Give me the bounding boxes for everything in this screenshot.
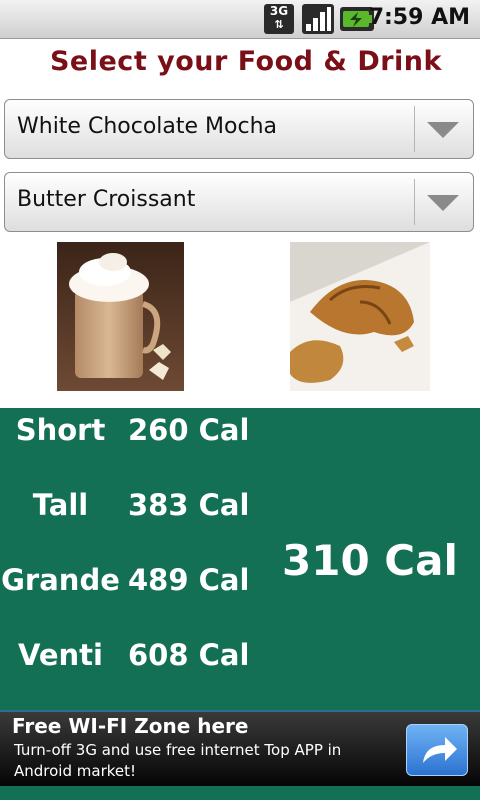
- size-calories: 489 Cal: [128, 563, 250, 597]
- food-dropdown[interactable]: Butter Croissant: [4, 172, 474, 232]
- size-label: Venti: [18, 638, 103, 672]
- clock: 7:59 AM: [368, 5, 470, 30]
- signal-bars-icon: [302, 4, 334, 34]
- drink-dropdown[interactable]: White Chocolate Mocha: [4, 99, 474, 159]
- size-calories: 260 Cal: [128, 413, 250, 447]
- size-calories: 383 Cal: [128, 488, 250, 522]
- status-bar: 3G ⇅ 7:59 AM: [0, 0, 480, 39]
- network-3g-icon: 3G ⇅: [264, 4, 294, 34]
- food-calorie-total: 310 Cal: [282, 536, 458, 585]
- size-calories: 608 Cal: [128, 638, 250, 672]
- ad-open-button[interactable]: [406, 724, 468, 776]
- size-label: Short: [15, 413, 106, 447]
- ad-title: Free WI-FI Zone here: [12, 714, 249, 738]
- size-label: Grande: [1, 563, 120, 597]
- chevron-down-icon[interactable]: [427, 195, 459, 211]
- drink-dropdown-value: White Chocolate Mocha: [17, 114, 277, 139]
- size-label: Tall: [32, 488, 89, 522]
- croissant-photo: [290, 242, 430, 391]
- share-arrow-icon: [423, 737, 457, 763]
- ad-banner[interactable]: Free WI-FI Zone here Turn-off 3G and use…: [0, 710, 480, 786]
- ad-body: Turn-off 3G and use free internet Top AP…: [14, 741, 342, 780]
- bottom-strip: [0, 786, 480, 800]
- chevron-down-icon[interactable]: [427, 122, 459, 138]
- mocha-photo: [57, 242, 184, 391]
- dropdown-divider: [414, 106, 415, 152]
- network-label: 3G: [269, 4, 289, 18]
- calorie-panel: Short 260 Cal Tall 383 Cal Grande 489 Ca…: [0, 408, 480, 710]
- page-title: Select your Food & Drink: [49, 46, 442, 77]
- food-dropdown-value: Butter Croissant: [17, 187, 196, 212]
- dropdown-divider: [414, 179, 415, 225]
